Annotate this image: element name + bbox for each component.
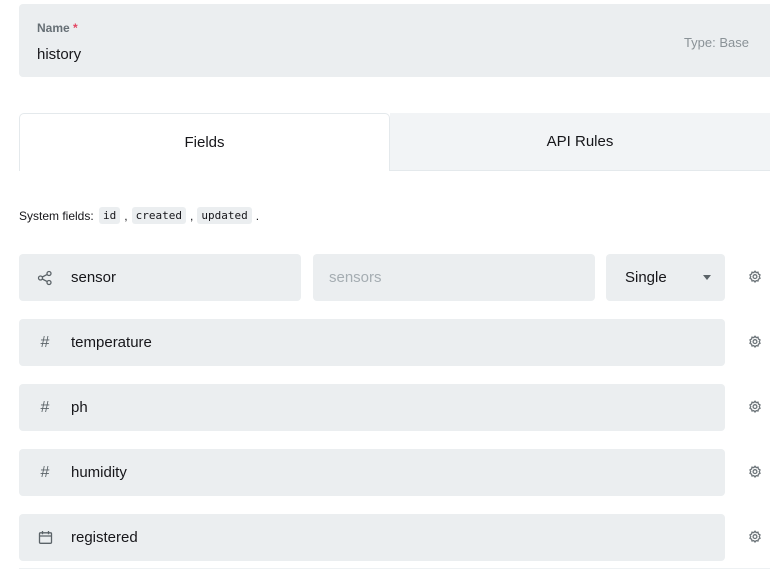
field-name[interactable]: temperature — [71, 334, 152, 351]
gear-icon[interactable] — [748, 335, 762, 349]
chevron-down-icon — [703, 275, 711, 280]
calendar-icon — [19, 530, 71, 545]
tab-fields[interactable]: Fields — [19, 113, 390, 171]
collection-tabs: Fields API Rules — [19, 113, 770, 171]
gear-icon[interactable] — [748, 400, 762, 414]
gear-icon[interactable] — [748, 465, 762, 479]
relation-icon — [19, 270, 71, 286]
number-icon: # — [40, 463, 50, 481]
system-field-updated: updated — [197, 207, 252, 224]
system-fields-prefix: System fields: — [19, 208, 94, 223]
number-icon: # — [40, 398, 50, 416]
divider — [19, 568, 770, 569]
relation-type-select[interactable]: Single — [606, 254, 725, 301]
collection-type-label[interactable]: Type: Base — [684, 35, 749, 50]
system-field-id: id — [99, 207, 121, 224]
gear-icon[interactable] — [748, 530, 762, 544]
field-row-sensor[interactable]: sensor — [19, 254, 301, 301]
field-name[interactable]: sensor — [71, 269, 116, 286]
collection-name-field[interactable]: Name * history Type: Base — [19, 4, 770, 77]
field-row-ph[interactable]: # ph — [19, 384, 725, 431]
relation-collection-select[interactable]: sensors — [313, 254, 595, 301]
name-input[interactable]: history — [37, 46, 81, 63]
number-icon: # — [40, 333, 50, 351]
separator: , — [190, 208, 194, 223]
field-name[interactable]: ph — [71, 399, 88, 416]
field-name[interactable]: humidity — [71, 464, 127, 481]
separator: , — [124, 208, 128, 223]
system-fields-note: System fields: id , created , updated . — [19, 207, 261, 224]
required-mark: * — [73, 21, 78, 35]
relation-type-value: Single — [625, 269, 667, 286]
field-row-registered[interactable]: registered — [19, 514, 725, 561]
tab-api-rules[interactable]: API Rules — [390, 113, 770, 171]
name-label: Name * — [37, 21, 78, 35]
gear-icon[interactable] — [748, 270, 762, 284]
name-label-text: Name — [37, 21, 70, 35]
system-field-created: created — [131, 207, 186, 224]
suffix: . — [255, 208, 260, 223]
field-name[interactable]: registered — [71, 529, 138, 546]
field-row-temperature[interactable]: # temperature — [19, 319, 725, 366]
field-row-humidity[interactable]: # humidity — [19, 449, 725, 496]
